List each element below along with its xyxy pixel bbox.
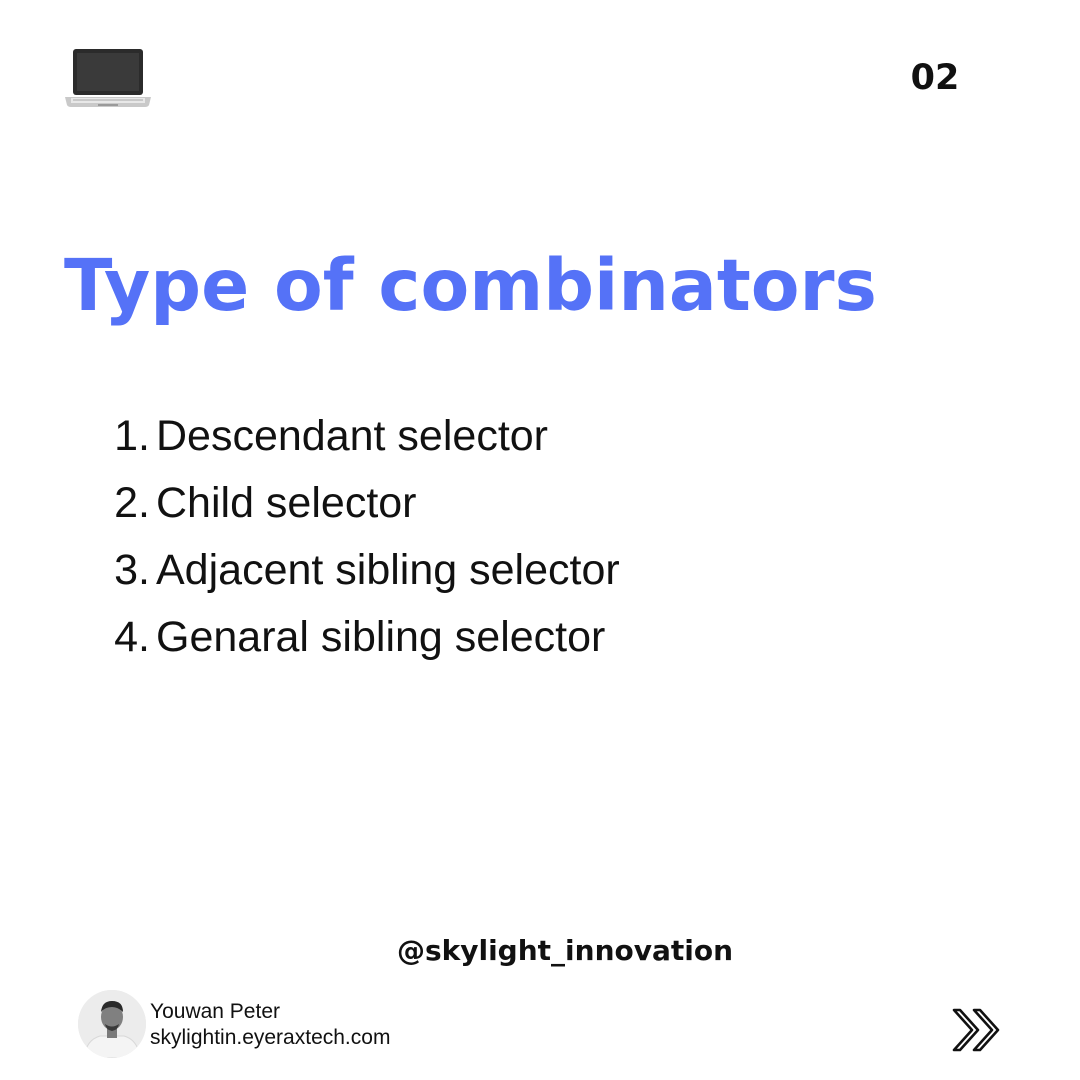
list-label: Descendant selector xyxy=(156,412,548,460)
list-item: 3. Adjacent sibling selector xyxy=(0,546,620,613)
double-chevron-right-icon[interactable] xyxy=(950,1006,1006,1054)
list-item: 1. Descendant selector xyxy=(0,412,620,479)
combinator-list: 1. Descendant selector 2. Child selector… xyxy=(0,412,620,680)
list-number: 2. xyxy=(114,479,150,527)
author-website[interactable]: skylightin.eyeraxtech.com xyxy=(150,1026,390,1050)
list-number: 1. xyxy=(114,412,150,460)
laptop-icon xyxy=(65,49,151,107)
social-handle: @skylight_innovation xyxy=(396,934,734,967)
page-title: Type of combinators xyxy=(64,244,877,327)
list-item: 4. Genaral sibling selector xyxy=(0,613,620,680)
list-number: 3. xyxy=(114,546,150,594)
page-number: 02 xyxy=(910,58,960,98)
list-item: 2. Child selector xyxy=(0,479,620,546)
list-label: Genaral sibling selector xyxy=(156,613,606,661)
list-number: 4. xyxy=(114,613,150,661)
avatar xyxy=(78,990,146,1058)
author-name: Youwan Peter xyxy=(150,1000,280,1023)
list-label: Child selector xyxy=(156,479,417,527)
list-label: Adjacent sibling selector xyxy=(156,546,620,594)
